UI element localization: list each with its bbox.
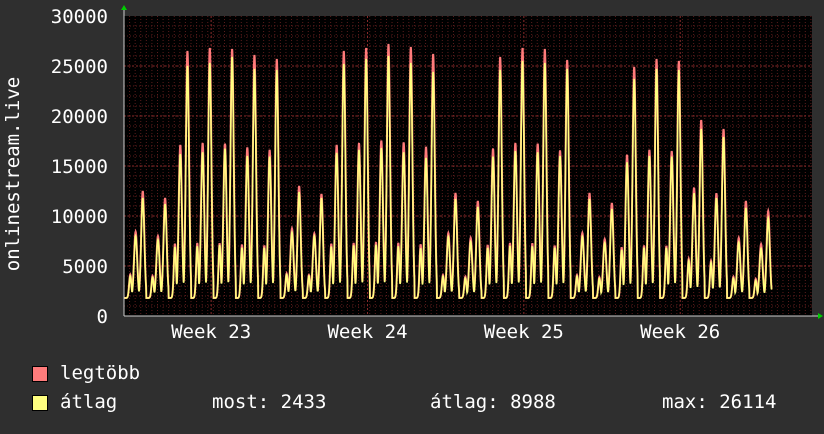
stat-max: max: 26114 — [662, 391, 777, 413]
x-tick-label: Week 26 — [640, 321, 720, 343]
y-tick-label: 25000 — [51, 56, 108, 78]
legend-swatch-avg — [32, 395, 48, 411]
x-tick-label: Week 23 — [171, 321, 251, 343]
y-axis-label: onlinestream.live — [2, 77, 24, 271]
chart: 0 5000 10000 15000 20000 25000 30000 Week 23 Wee… — [0, 0, 824, 430]
legend-swatch-max — [32, 366, 48, 382]
x-tick-label: Week 25 — [484, 321, 564, 343]
legend-label-avg: átlag — [60, 391, 118, 413]
y-tick-label: 15000 — [51, 156, 108, 178]
y-tick-label: 30000 — [51, 6, 108, 28]
y-tick-label: 10000 — [51, 206, 108, 228]
y-tick-label: 20000 — [51, 106, 108, 128]
y-tick-label: 5000 — [62, 256, 108, 278]
y-axis-arrow — [121, 5, 127, 10]
legend-label-max: legtöbb — [60, 362, 141, 384]
x-tick-label: Week 24 — [327, 321, 407, 343]
x-axis-arrow — [818, 313, 823, 319]
y-tick-label: 0 — [97, 306, 108, 328]
stat-avg: átlag: 8988 — [430, 391, 556, 413]
stat-now: most: 2433 — [212, 391, 327, 413]
